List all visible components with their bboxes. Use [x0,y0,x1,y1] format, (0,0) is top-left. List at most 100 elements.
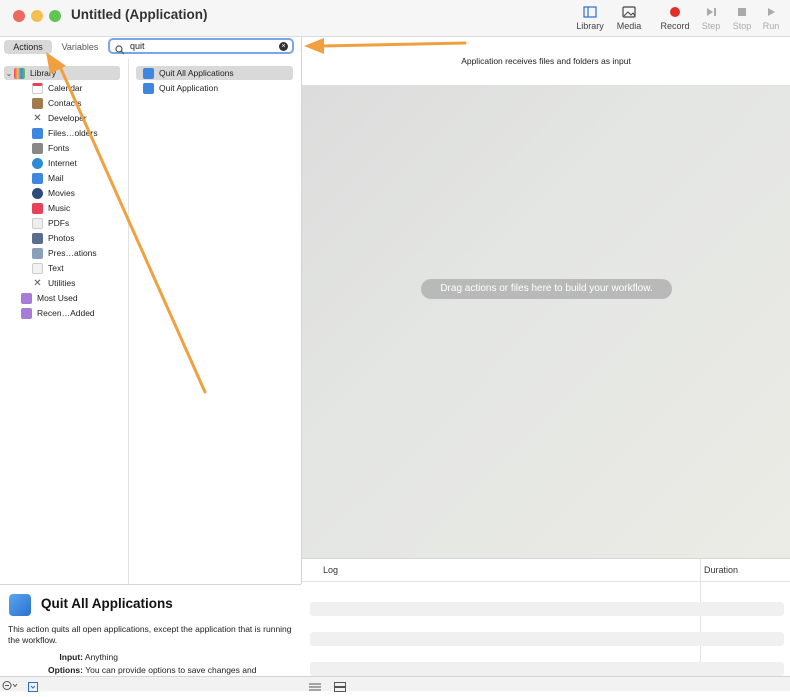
sidebar-item-files-folders[interactable]: Files…olders [32,126,98,140]
utilities-icon: ✕ [33,278,42,290]
sidebar-item-label: Mail [48,173,64,183]
close-window-button[interactable] [13,10,25,22]
sidebar-item-calendar[interactable]: Calendar [32,81,83,95]
sidebar-item-label: Files…olders [48,128,98,138]
duration-column-header[interactable]: Duration [704,565,738,575]
log-row [310,632,784,646]
pdf-icon [32,218,43,230]
sidebar-item-internet[interactable]: Internet [32,156,77,170]
finder-icon [32,128,43,140]
options-value: You can provide options to save changes … [85,665,257,675]
log-pane: Log Duration [302,558,790,677]
search-field[interactable]: quit × [108,38,294,55]
description-title: Quit All Applications [41,596,173,611]
sidebar-item-text[interactable]: Text [32,261,64,275]
media-toolbar-label: Media [616,21,642,31]
sidebar-item-label: Utilities [48,278,76,288]
tab-actions[interactable]: Actions [4,40,52,54]
log-row [310,602,784,616]
sidebar-item-label: Text [48,263,64,273]
smart-folder-icon [21,293,32,305]
minimize-window-button[interactable] [31,10,43,22]
description-body: This action quits all open applications,… [8,624,292,645]
sidebar-item-label: Fonts [48,143,70,153]
workflow-header: Application receives files and folders a… [302,37,790,86]
column-divider [700,559,701,677]
sidebar-item-label: Calendar [48,83,83,93]
action-item-quit-application[interactable]: Quit Application [136,81,293,95]
sidebar-item-photos[interactable]: Photos [32,231,74,245]
sidebar-item-contacts[interactable]: Contacts [32,96,82,110]
sidebar-item-label: Most Used [37,293,78,303]
pane-tab-bar: Actions Variables quit × [0,37,301,57]
sidebar-item-label: Movies [48,188,75,198]
workflow-canvas[interactable]: Drag actions or files here to build your… [302,86,790,558]
photos-icon [32,233,43,245]
log-row [310,662,784,676]
sidebar-item-recently-added[interactable]: Recen…Added [21,306,95,320]
chevron-down-icon[interactable]: ⌄ [4,67,14,81]
clear-search-icon[interactable]: × [279,42,288,51]
run-toolbar-button[interactable]: Run [747,3,790,31]
music-icon [32,203,43,215]
action-item-label: Quit Application [159,83,219,93]
sidebar-item-label: Contacts [48,98,82,108]
workflow-input-text: Application receives files and folders a… [461,56,631,66]
sidebar-item-music[interactable]: Music [32,201,70,215]
tools-icon: ✕ [33,113,42,125]
options-label: Options: [48,665,83,675]
sidebar-item-label: Music [48,203,71,213]
sidebar-item-most-used[interactable]: Most Used [21,291,78,305]
presentations-icon [32,248,43,260]
action-item-label: Quit All Applications [159,68,234,78]
workflow-placeholder: Drag actions or files here to build your… [421,279,672,299]
window-titlebar: Untitled (Application) Library Media Rec… [0,0,790,37]
list-view-icon[interactable] [309,679,321,697]
play-icon [747,3,790,21]
flow-view-icon[interactable] [334,679,346,697]
sidebar-item-pdfs[interactable]: PDFs [32,216,69,230]
action-menu-icon[interactable] [2,678,20,696]
finder-icon [143,83,154,95]
mail-icon [32,173,43,185]
movies-icon [32,188,43,200]
media-icon [605,3,653,21]
sidebar-item-label: Recen…Added [37,308,95,318]
sidebar-item-utilities[interactable]: ✕ Utilities [32,276,75,290]
globe-icon [32,158,43,170]
sidebar-item-label: Internet [48,158,77,168]
zoom-window-button[interactable] [49,10,61,22]
sidebar-item-developer[interactable]: ✕ Developer [32,111,86,125]
sidebar-item-mail[interactable]: Mail [32,171,64,185]
media-toolbar-button[interactable]: Media [605,3,653,31]
window-title: Untitled (Application) [71,7,208,22]
action-description-pane: Quit All Applications This action quits … [0,584,301,677]
calendar-icon [32,83,43,95]
bottom-bar [0,676,790,692]
tab-variables[interactable]: Variables [56,40,104,54]
library-root-label: Library [30,68,56,78]
finder-icon [143,68,154,80]
fonts-icon [32,143,43,155]
log-column-header[interactable]: Log [323,565,338,575]
sidebar-item-label: Pres…ations [48,248,97,258]
sidebar-item-fonts[interactable]: Fonts [32,141,69,155]
library-root-item[interactable]: ⌄ Library [4,66,120,80]
sidebar-item-movies[interactable]: Movies [32,186,75,200]
input-value: Anything [84,652,118,662]
contacts-icon [32,98,43,110]
text-icon [32,263,43,275]
description-toggle-icon[interactable] [28,679,38,697]
input-label: Input: [59,652,83,662]
finder-icon [9,594,31,616]
library-list: ⌄ Library Calendar Contacts ✕ Developer Fi… [0,59,129,584]
description-input-row: Input: Anything [8,652,118,662]
search-icon [115,42,125,60]
sidebar-item-presentations[interactable]: Pres…ations [32,246,97,260]
run-toolbar-label: Run [762,21,780,31]
search-input[interactable]: quit [130,41,145,51]
library-pane: Actions Variables quit × ⌄ Library Calend… [0,37,302,584]
action-item-quit-all-applications[interactable]: Quit All Applications [136,66,293,80]
sidebar-item-label: Photos [48,233,75,243]
description-options-row: Options: You can provide options to save… [8,665,256,675]
